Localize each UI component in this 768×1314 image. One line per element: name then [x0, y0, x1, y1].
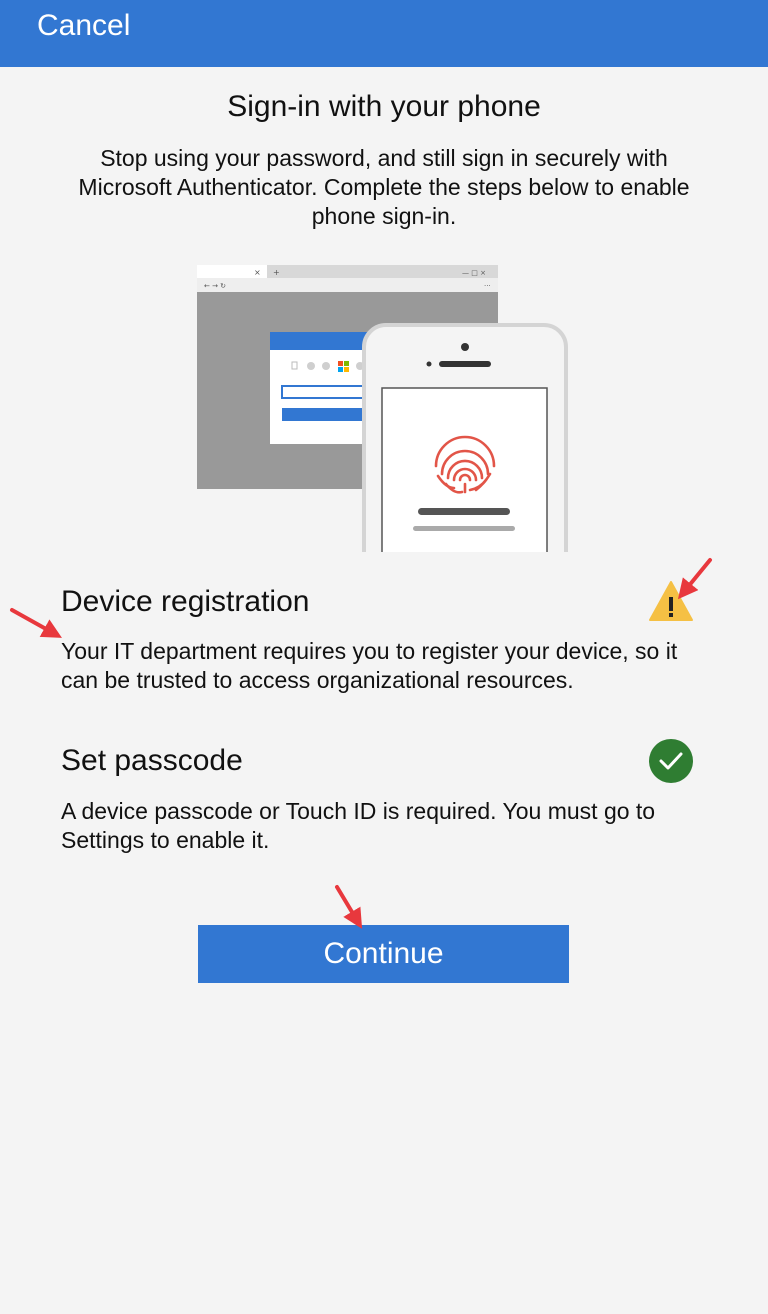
annotation-arrow-registration — [10, 608, 62, 638]
annotation-arrows — [10, 558, 712, 929]
annotation-arrow-warning — [677, 558, 712, 600]
annotation-arrow-continue — [335, 885, 363, 929]
